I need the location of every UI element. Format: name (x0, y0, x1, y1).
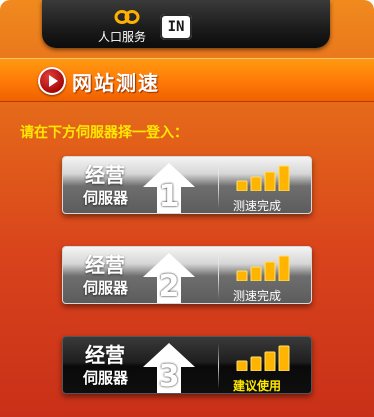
page-frame: 人口服务 IN 网站测速 请在下方伺服器择一登入： 经营 伺服器 1 测速完成 … (0, 0, 374, 417)
server-button-2[interactable]: 经营 伺服器 2 测速完成 (62, 246, 312, 304)
divider (218, 163, 219, 209)
server-name-line2: 伺服器 (83, 189, 129, 207)
signal-bars-icon (236, 345, 290, 371)
signal-bars-icon (236, 255, 290, 281)
entry-label: 人口服务 (98, 30, 147, 44)
server-name-line1: 经营 (85, 343, 125, 367)
page-title: 网站测速 (72, 71, 160, 95)
divider (218, 343, 219, 389)
entry-button[interactable]: 人口服务 IN (94, 6, 194, 44)
server-name-line1: 经营 (85, 253, 125, 277)
play-icon (38, 67, 66, 95)
loop-icon (114, 10, 140, 24)
server-number: 1 (158, 179, 180, 214)
server-status: 建议使用 (233, 379, 282, 393)
instruction-text: 请在下方伺服器择一登入： (20, 125, 188, 141)
server-name-line2: 伺服器 (83, 279, 129, 297)
title-bar: 网站测速 (0, 58, 374, 102)
server-button-3[interactable]: 经营 伺服器 3 建议使用 (62, 336, 312, 394)
server-status: 测速完成 (233, 289, 282, 303)
in-badge: IN (160, 14, 192, 40)
signal-bars-icon (236, 165, 290, 191)
server-number: 3 (158, 359, 180, 394)
server-status: 测速完成 (233, 199, 282, 213)
server-name-line1: 经营 (85, 163, 125, 187)
server-number: 2 (158, 269, 180, 304)
server-name-line2: 伺服器 (83, 369, 129, 387)
server-button-1[interactable]: 经营 伺服器 1 测速完成 (62, 156, 312, 214)
divider (218, 253, 219, 299)
entry-tab: 人口服务 IN (42, 0, 330, 48)
